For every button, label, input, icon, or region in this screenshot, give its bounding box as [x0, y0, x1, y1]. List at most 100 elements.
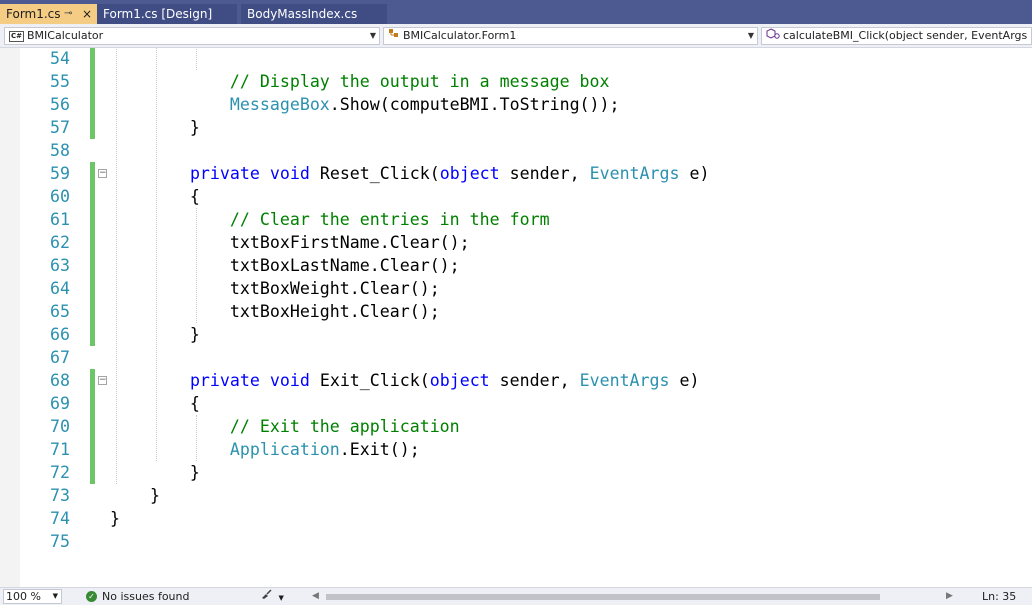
- code-token: sender,: [499, 164, 590, 183]
- code-token: sender,: [489, 371, 580, 390]
- change-indicator: [90, 369, 95, 392]
- code-line[interactable]: 72 }: [0, 461, 1032, 484]
- code-line[interactable]: 57 }: [0, 116, 1032, 139]
- code-line[interactable]: 63 txtBoxLastName.Clear();: [0, 254, 1032, 277]
- change-indicator: [90, 461, 95, 484]
- project-dropdown[interactable]: C# BMICalculator ▼: [4, 27, 380, 45]
- code-line[interactable]: 55 // Display the output in a message bo…: [0, 70, 1032, 93]
- change-indicator: [90, 277, 95, 300]
- scroll-right-icon[interactable]: ▶: [946, 588, 953, 605]
- code-line[interactable]: 71 Application.Exit();: [0, 438, 1032, 461]
- code-token: }: [110, 118, 200, 137]
- change-indicator: [90, 415, 95, 438]
- change-indicator: [90, 185, 95, 208]
- collapse-icon[interactable]: −: [98, 376, 107, 385]
- code-line[interactable]: 60 {: [0, 185, 1032, 208]
- change-indicator: [90, 254, 95, 277]
- code-line[interactable]: 62 txtBoxFirstName.Clear();: [0, 231, 1032, 254]
- status-bar: 100 % ▼ ✓ No issues found ▼ ◀ ▶ Ln: 35: [0, 587, 1032, 605]
- code-line[interactable]: 69 {: [0, 392, 1032, 415]
- code-text: txtBoxWeight.Clear();: [110, 277, 440, 300]
- keyword-token: void: [269, 164, 310, 183]
- code-text: }: [110, 507, 120, 530]
- line-number: 71: [50, 440, 70, 459]
- issues-indicator[interactable]: ✓ No issues found: [86, 588, 189, 605]
- tab-form1-design[interactable]: Form1.cs [Design]: [97, 4, 237, 24]
- code-token: txtBoxFirstName.Clear();: [110, 233, 470, 252]
- line-number: 74: [50, 509, 70, 528]
- code-line[interactable]: 56 MessageBox.Show(computeBMI.ToString()…: [0, 93, 1032, 116]
- code-line[interactable]: 75: [0, 530, 1032, 553]
- code-token: txtBoxWeight.Clear();: [110, 279, 440, 298]
- code-line[interactable]: 70 // Exit the application: [0, 415, 1032, 438]
- line-number: 70: [50, 417, 70, 436]
- issues-label: No issues found: [102, 590, 190, 603]
- tab-bodymassindex-cs[interactable]: BodyMassIndex.cs: [241, 4, 387, 24]
- code-text: // Display the output in a message box: [110, 70, 610, 93]
- change-indicator: [90, 300, 95, 323]
- line-number: 65: [50, 302, 70, 321]
- code-token: }: [110, 509, 120, 528]
- keyword-token: private: [189, 164, 260, 183]
- zoom-dropdown[interactable]: 100 % ▼: [3, 589, 62, 604]
- code-token: }: [110, 325, 200, 344]
- code-cleanup-button[interactable]: ▼: [260, 588, 284, 605]
- line-number: 58: [50, 141, 70, 160]
- type-label: BMICalculator.Form1: [403, 29, 517, 42]
- code-line[interactable]: 74}: [0, 507, 1032, 530]
- code-line[interactable]: 68 − private void Exit_Click(object sende…: [0, 369, 1032, 392]
- scroll-left-icon[interactable]: ◀: [312, 588, 319, 605]
- line-number: 73: [50, 486, 70, 505]
- change-indicator: [90, 438, 95, 461]
- code-line[interactable]: 64 txtBoxWeight.Clear();: [0, 277, 1032, 300]
- type-token: Application: [229, 440, 340, 459]
- code-line[interactable]: 61 // Clear the entries in the form: [0, 208, 1032, 231]
- indent-guide: [196, 48, 197, 70]
- horizontal-scrollbar[interactable]: ◀ ▶: [312, 591, 960, 602]
- change-indicator: [90, 162, 95, 185]
- csharp-project-icon: C#: [9, 30, 25, 42]
- chevron-down-icon: ▼: [369, 31, 376, 40]
- code-line[interactable]: 54: [0, 48, 1032, 70]
- indent-guide: [156, 48, 157, 461]
- line-number: 55: [50, 72, 70, 91]
- code-token: .Show(computeBMI.ToString());: [329, 95, 620, 114]
- line-number: 66: [50, 325, 70, 344]
- line-number: 67: [50, 348, 70, 367]
- chevron-down-icon: ▼: [278, 594, 284, 602]
- change-indicator: [90, 231, 95, 254]
- tab-form1-cs[interactable]: Form1.cs ⊸ ×: [0, 4, 97, 24]
- line-number: 72: [50, 463, 70, 482]
- tab-label: Form1.cs: [6, 7, 61, 21]
- code-text: }: [110, 323, 200, 346]
- pin-icon[interactable]: ⊸: [64, 4, 72, 24]
- close-icon[interactable]: ×: [82, 4, 92, 24]
- code-line[interactable]: 65 txtBoxHeight.Clear();: [0, 300, 1032, 323]
- collapse-icon[interactable]: −: [98, 169, 107, 178]
- code-line[interactable]: 73 }: [0, 484, 1032, 507]
- code-line[interactable]: 67: [0, 346, 1032, 369]
- member-dropdown[interactable]: calculateBMI_Click(object sender, EventA…: [761, 27, 1032, 45]
- code-token: }: [110, 486, 160, 505]
- line-number: 62: [50, 233, 70, 252]
- comment-token: // Display the output in a message box: [229, 72, 610, 91]
- code-line[interactable]: 59 − private void Reset_Click(object send…: [0, 162, 1032, 185]
- code-text: }: [110, 461, 200, 484]
- code-text: }: [110, 484, 160, 507]
- document-tab-strip: Form1.cs ⊸ × Form1.cs [Design] BodyMassI…: [0, 0, 1032, 24]
- code-text: {: [110, 185, 200, 208]
- type-token: EventArgs: [579, 371, 670, 390]
- code-editor[interactable]: 54 55 // Display the output in a message …: [0, 48, 1032, 587]
- code-line[interactable]: 66 }: [0, 323, 1032, 346]
- brush-icon: [260, 589, 276, 603]
- line-number: 64: [50, 279, 70, 298]
- type-dropdown[interactable]: BMICalculator.Form1 ▼: [383, 27, 758, 45]
- code-line[interactable]: 58: [0, 139, 1032, 162]
- line-number: 54: [50, 49, 70, 68]
- scrollbar-thumb[interactable]: [326, 594, 880, 600]
- code-text: private void Exit_Click(object sender, E…: [110, 369, 700, 392]
- code-token: }: [110, 463, 200, 482]
